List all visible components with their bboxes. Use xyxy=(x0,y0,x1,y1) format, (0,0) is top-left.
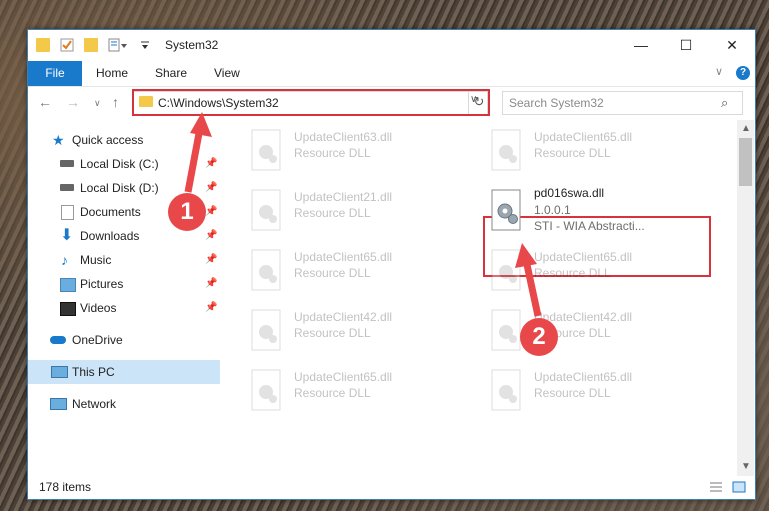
annotation-layer xyxy=(184,112,542,317)
step-2-badge: 2 xyxy=(520,318,558,356)
arrow-2 xyxy=(515,243,542,317)
arrow-1 xyxy=(184,112,212,193)
step-1-badge: 1 xyxy=(168,193,206,231)
